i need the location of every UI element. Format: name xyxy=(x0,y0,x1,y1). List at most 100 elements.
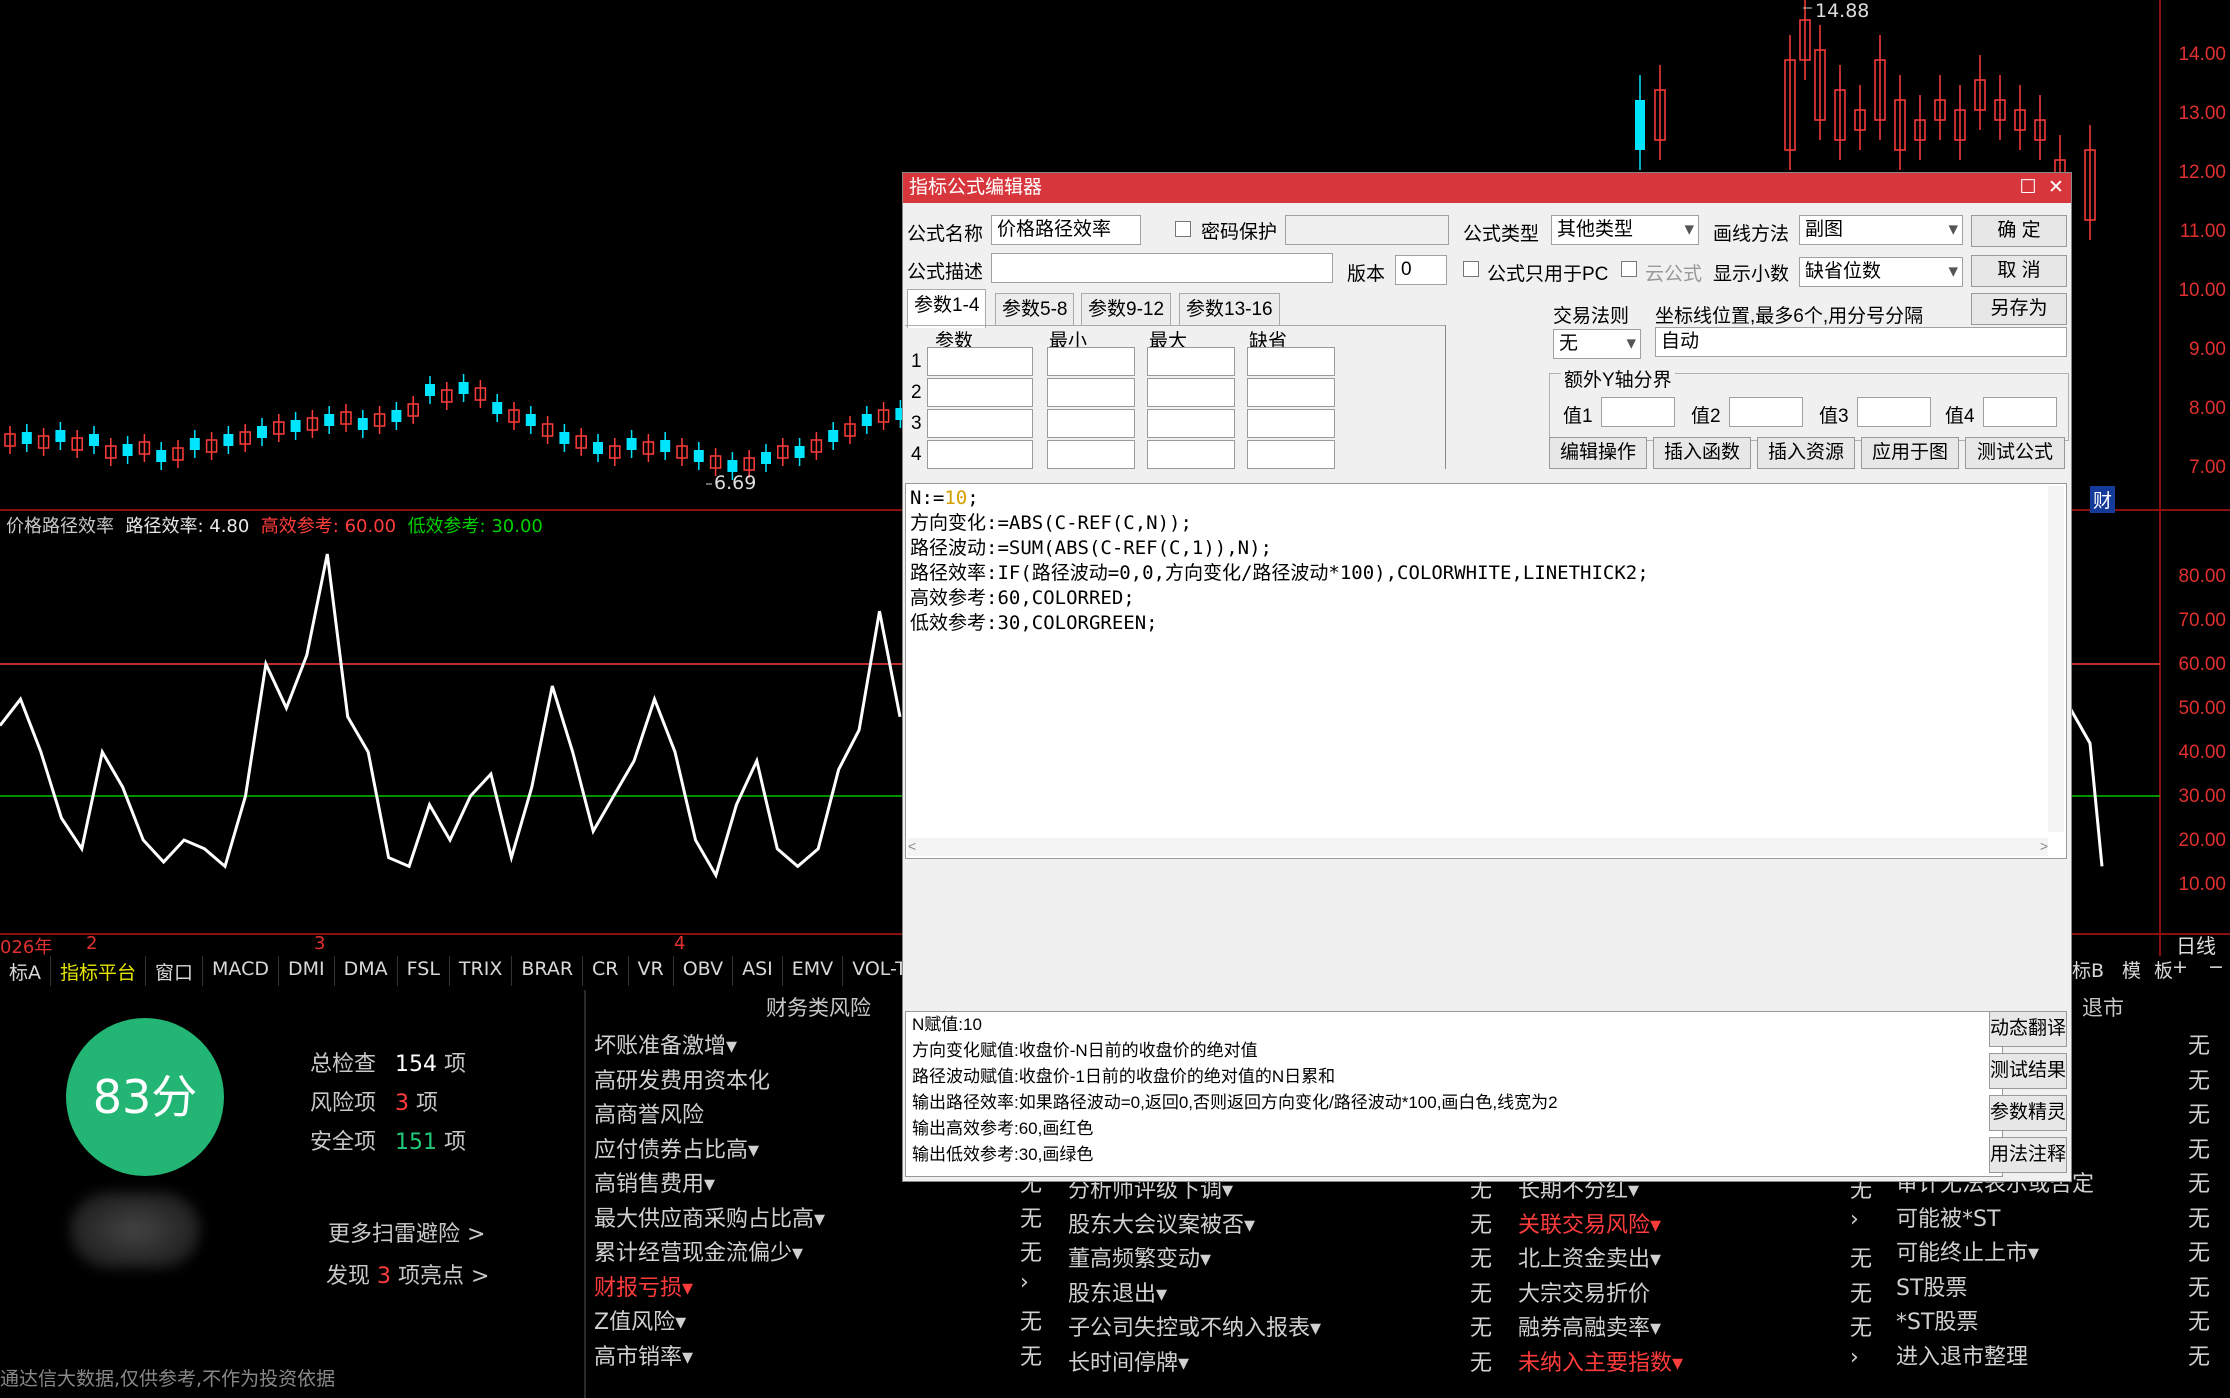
param-cell[interactable] xyxy=(1047,347,1135,376)
param-cell[interactable] xyxy=(927,409,1033,438)
risk-item[interactable]: ST股票 xyxy=(1896,1270,1967,1302)
risk-item[interactable]: 应付债券占比高▾ xyxy=(594,1132,759,1164)
tab-窗口[interactable]: 窗口 xyxy=(146,956,204,986)
version-input[interactable]: 0 xyxy=(1395,255,1447,285)
draw-method-select[interactable]: 副图 xyxy=(1799,215,1963,245)
value3-input[interactable] xyxy=(1857,397,1931,427)
editor-hscrollbar[interactable]: < > xyxy=(908,838,2048,856)
tab-fsl[interactable]: FSL xyxy=(398,956,450,986)
tab-标a[interactable]: 标A xyxy=(0,956,51,986)
ok-button[interactable]: 确 定 xyxy=(1971,215,2067,247)
coord-lines-input[interactable]: 自动 xyxy=(1655,327,2067,357)
test-result-button[interactable]: 测试结果 xyxy=(1989,1053,2067,1089)
formula-desc-input[interactable] xyxy=(991,253,1333,283)
risk-item[interactable]: 股东退出▾ xyxy=(1068,1276,1167,1308)
tab-board[interactable]: 板 xyxy=(2154,956,2173,983)
risk-item[interactable]: 累计经营现金流偏少▾ xyxy=(594,1235,803,1267)
insert-resource-button[interactable]: 插入资源 xyxy=(1757,437,1855,469)
risk-item[interactable]: 子公司失控或不纳入报表▾ xyxy=(1068,1310,1321,1342)
risk-item[interactable]: 可能被*ST xyxy=(1896,1201,2000,1233)
save-as-button[interactable]: 另存为 xyxy=(1971,293,2067,325)
tab-asi[interactable]: ASI xyxy=(733,956,783,986)
finance-badge[interactable]: 财 xyxy=(2090,486,2116,513)
risk-item[interactable]: 长时间停牌▾ xyxy=(1068,1345,1189,1377)
tab-obv[interactable]: OBV xyxy=(674,956,734,986)
cloud-checkbox[interactable] xyxy=(1621,261,1637,277)
param-cell[interactable] xyxy=(927,347,1033,376)
param-cell[interactable] xyxy=(927,440,1033,469)
tab-cr[interactable]: CR xyxy=(583,956,629,986)
value1-input[interactable] xyxy=(1601,397,1675,427)
formula-type-select[interactable]: 其他类型 xyxy=(1551,215,1699,245)
param-cell[interactable] xyxy=(1247,409,1335,438)
risk-item[interactable]: Z值风险▾ xyxy=(594,1304,686,1336)
risk-item[interactable]: 股东大会议案被否▾ xyxy=(1068,1207,1255,1239)
decimals-select[interactable]: 缺省位数 xyxy=(1799,257,1963,287)
risk-item[interactable]: 关联交易风险▾ xyxy=(1518,1207,1661,1239)
formula-name-input[interactable]: 价格路径效率 xyxy=(991,215,1141,245)
value2-input[interactable] xyxy=(1729,397,1803,427)
param-cell[interactable] xyxy=(1147,409,1235,438)
usage-notes-button[interactable]: 用法注释 xyxy=(1989,1137,2067,1173)
insert-function-button[interactable]: 插入函数 xyxy=(1653,437,1751,469)
risk-item[interactable]: *ST股票 xyxy=(1896,1304,1978,1336)
test-formula-button[interactable]: 测试公式 xyxy=(1965,437,2065,469)
risk-item[interactable]: 最大供应商采购占比高▾ xyxy=(594,1201,825,1233)
tab-brar[interactable]: BRAR xyxy=(512,956,584,986)
trade-rule-select[interactable]: 无 xyxy=(1553,329,1641,359)
tab-dma[interactable]: DMA xyxy=(335,956,398,986)
risk-item[interactable]: 高销售费用▾ xyxy=(594,1166,715,1198)
risk-item[interactable]: 坏账准备激增▾ xyxy=(594,1028,737,1060)
risk-item[interactable]: 大宗交易折价 xyxy=(1518,1276,1650,1308)
tab-params-13-16[interactable]: 参数13-16 xyxy=(1179,293,1280,326)
param-cell[interactable] xyxy=(1147,378,1235,407)
tab-指标平台[interactable]: 指标平台 xyxy=(51,956,147,986)
dialog-title-bar[interactable]: 指标公式编辑器 ☐ ✕ xyxy=(903,173,2071,203)
param-cell[interactable] xyxy=(1047,409,1135,438)
risk-item[interactable]: 财报亏损▾ xyxy=(594,1270,693,1302)
risk-item[interactable]: 董高频繁变动▾ xyxy=(1068,1241,1211,1273)
tab-b[interactable]: 标B xyxy=(2072,956,2104,983)
code-editor[interactable]: N:=10; 方向变化:=ABS(C-REF(C,N)); 路径波动:=SUM(… xyxy=(905,483,2067,859)
risk-item[interactable]: 高研发费用资本化 xyxy=(594,1063,770,1095)
tab-macd[interactable]: MACD xyxy=(203,956,279,986)
tab-params-9-12[interactable]: 参数9-12 xyxy=(1081,293,1172,326)
zoom-out-button[interactable]: − xyxy=(2208,956,2224,978)
param-wizard-button[interactable]: 参数精灵 xyxy=(1989,1095,2067,1131)
param-cell[interactable] xyxy=(1147,440,1235,469)
param-cell[interactable] xyxy=(927,378,1033,407)
risk-item[interactable]: 可能终止上市▾ xyxy=(1896,1235,2039,1267)
maximize-icon[interactable]: ☐ xyxy=(2015,173,2041,203)
param-cell[interactable] xyxy=(1247,378,1335,407)
tab-trix[interactable]: TRIX xyxy=(450,956,513,986)
tab-params-1-4[interactable]: 参数1-4 xyxy=(907,289,987,328)
risk-item[interactable]: 北上资金卖出▾ xyxy=(1518,1241,1661,1273)
value4-input[interactable] xyxy=(1983,397,2057,427)
risk-item[interactable]: 未纳入主要指数▾ xyxy=(1518,1345,1683,1377)
apply-to-chart-button[interactable]: 应用于图 xyxy=(1861,437,1959,469)
password-checkbox[interactable] xyxy=(1175,221,1191,237)
risk-item[interactable]: 进入退市整理 xyxy=(1896,1339,2028,1371)
tab-dmi[interactable]: DMI xyxy=(279,956,335,986)
tab-vr[interactable]: VR xyxy=(629,956,674,986)
param-cell[interactable] xyxy=(1047,440,1135,469)
risk-item[interactable]: 高市销率▾ xyxy=(594,1339,693,1371)
tab-emv[interactable]: EMV xyxy=(783,956,844,986)
cancel-button[interactable]: 取 消 xyxy=(1971,255,2067,287)
password-input[interactable] xyxy=(1285,215,1449,245)
editor-vscrollbar[interactable] xyxy=(2048,486,2064,832)
dynamic-translate-button[interactable]: 动态翻译 xyxy=(1989,1011,2067,1047)
param-cell[interactable] xyxy=(1247,347,1335,376)
period-label[interactable]: 日线 xyxy=(2176,930,2216,959)
edit-ops-button[interactable]: 编辑操作 xyxy=(1549,437,1647,469)
tab-template[interactable]: 模 xyxy=(2122,956,2141,983)
highlights-link[interactable]: 发现 3 项亮点 > xyxy=(326,1258,489,1290)
risk-item[interactable]: 高商誉风险 xyxy=(594,1097,704,1129)
pc-only-checkbox[interactable] xyxy=(1463,261,1479,277)
param-cell[interactable] xyxy=(1247,440,1335,469)
param-cell[interactable] xyxy=(1147,347,1235,376)
more-scan-link[interactable]: 更多扫雷避险 > xyxy=(328,1216,485,1248)
param-cell[interactable] xyxy=(1047,378,1135,407)
risk-item[interactable]: 融券高融卖率▾ xyxy=(1518,1310,1661,1342)
zoom-in-button[interactable]: + xyxy=(2172,956,2188,978)
